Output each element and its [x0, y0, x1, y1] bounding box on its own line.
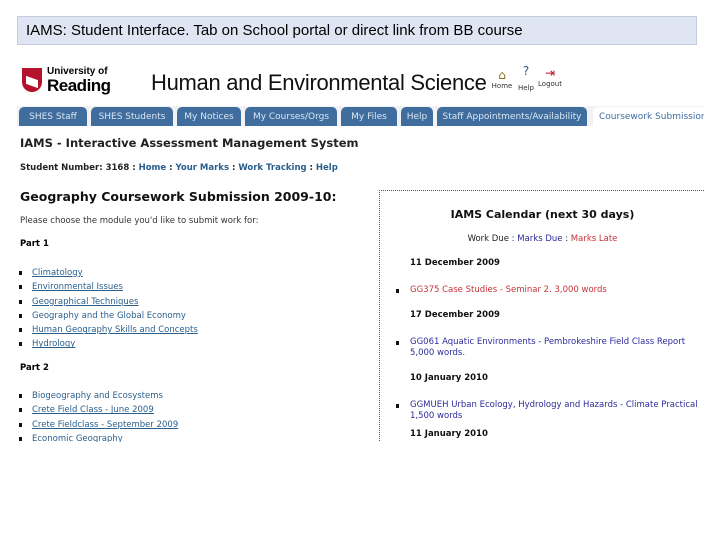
module-link[interactable]: Economic Geography [32, 434, 123, 442]
list-item: Climatology [17, 266, 198, 280]
sep: : [508, 234, 518, 244]
help-label: Help [518, 84, 534, 92]
module-link[interactable]: Environmental Issues [32, 282, 123, 292]
tab-staff-appointments[interactable]: Staff Appointments/Availability [437, 107, 587, 126]
list-item: Economic Geography [17, 432, 178, 442]
tab-shes-staff[interactable]: SHES Staff [19, 107, 87, 126]
system-title: IAMS - Interactive Assessment Management… [20, 136, 359, 150]
logout-button[interactable]: ⇥ Logout [537, 66, 563, 88]
module-link[interactable]: Crete Field Class - June 2009 [32, 405, 154, 415]
calendar-date: 11 January 2010 [410, 429, 488, 439]
list-item: Geography and the Global Economy [17, 309, 198, 323]
shield-icon [22, 68, 42, 92]
sep: : [229, 163, 239, 173]
tab-my-notices[interactable]: My Notices [177, 107, 241, 126]
portal-screenshot: University of Reading Human and Environm… [17, 62, 704, 442]
calendar-event[interactable]: GG061 Aquatic Environments - Pembrokeshi… [394, 337, 704, 359]
list-item: Crete Fieldclass - September 2009 [17, 418, 178, 432]
calendar-title: IAMS Calendar (next 30 days) [450, 208, 635, 221]
module-prompt: Please choose the module you'd like to s… [20, 216, 259, 226]
student-number: Student Number: 3168 [20, 163, 130, 173]
module-link[interactable]: Climatology [32, 268, 83, 278]
help-icon: ? [522, 64, 530, 78]
part2-module-list: Biogeography and Ecosystems Crete Field … [17, 389, 178, 442]
student-nav: Student Number: 3168 : Home : Your Marks… [20, 163, 338, 173]
legend-marks-late: Marks Late [570, 234, 618, 244]
home-label: Home [491, 82, 513, 90]
list-item: Human Geography Skills and Concepts [17, 323, 198, 337]
logout-icon: ⇥ [544, 66, 556, 80]
legend-work-due: Work Due [467, 234, 509, 244]
help-button[interactable]: ? Help [513, 64, 539, 92]
tab-my-courses[interactable]: My Courses/Orgs [245, 107, 337, 126]
module-link[interactable]: Biogeography and Ecosystems [32, 391, 163, 401]
list-item: Geographical Techniques [17, 295, 198, 309]
nav-home-link[interactable]: Home [139, 163, 167, 173]
calendar-event[interactable]: GG375 Case Studies - Seminar 2. 3,000 wo… [394, 285, 704, 296]
tab-my-files[interactable]: My Files [341, 107, 397, 126]
module-link[interactable]: Hydrology [32, 339, 75, 349]
part1-label: Part 1 [20, 239, 49, 249]
slide-caption: IAMS: Student Interface. Tab on School p… [17, 16, 697, 45]
sep: : [562, 234, 571, 244]
sep: : [306, 163, 316, 173]
legend-marks-due: Marks Due [517, 234, 563, 244]
tab-shes-students[interactable]: SHES Students [91, 107, 173, 126]
page-heading: Geography Coursework Submission 2009-10: [20, 189, 337, 204]
part1-module-list: Climatology Environmental Issues Geograp… [17, 266, 198, 352]
calendar-date: 10 January 2010 [410, 373, 488, 383]
home-button[interactable]: ⌂ Home [489, 68, 515, 90]
nav-work-tracking-link[interactable]: Work Tracking [238, 163, 306, 173]
module-link[interactable]: Human Geography Skills and Concepts [32, 325, 198, 335]
part2-label: Part 2 [20, 363, 49, 373]
calendar-date: 17 December 2009 [410, 310, 500, 320]
tab-bar: SHES Staff SHES Students My Notices My C… [17, 106, 704, 126]
list-item: Environmental Issues [17, 280, 198, 294]
module-link[interactable]: Geography and the Global Economy [32, 311, 186, 321]
tab-coursework-submission[interactable]: Coursework Submission [593, 107, 704, 126]
portal-header: University of Reading Human and Environm… [17, 62, 704, 107]
calendar-legend: Work Due : Marks Due : Marks Late [380, 234, 704, 244]
university-logo[interactable]: University of Reading [22, 66, 122, 98]
nav-your-marks-link[interactable]: Your Marks [175, 163, 229, 173]
list-item: Biogeography and Ecosystems [17, 389, 178, 403]
module-link[interactable]: Geographical Techniques [32, 297, 138, 307]
list-item: Hydrology [17, 337, 198, 351]
site-title: Human and Environmental Science [151, 70, 487, 95]
tab-help[interactable]: Help [401, 107, 433, 126]
nav-help-link[interactable]: Help [316, 163, 338, 173]
home-icon: ⌂ [498, 68, 506, 82]
logo-line2: Reading [47, 76, 111, 95]
sep: : [129, 163, 139, 173]
calendar-date: 11 December 2009 [410, 258, 500, 268]
logout-label: Logout [538, 80, 562, 88]
module-link[interactable]: Crete Fieldclass - September 2009 [32, 420, 178, 430]
list-item: Crete Field Class - June 2009 [17, 403, 178, 417]
calendar-event[interactable]: GGMUEH Urban Ecology, Hydrology and Haza… [394, 400, 704, 422]
iams-calendar: IAMS Calendar (next 30 days) Work Due : … [379, 190, 704, 442]
